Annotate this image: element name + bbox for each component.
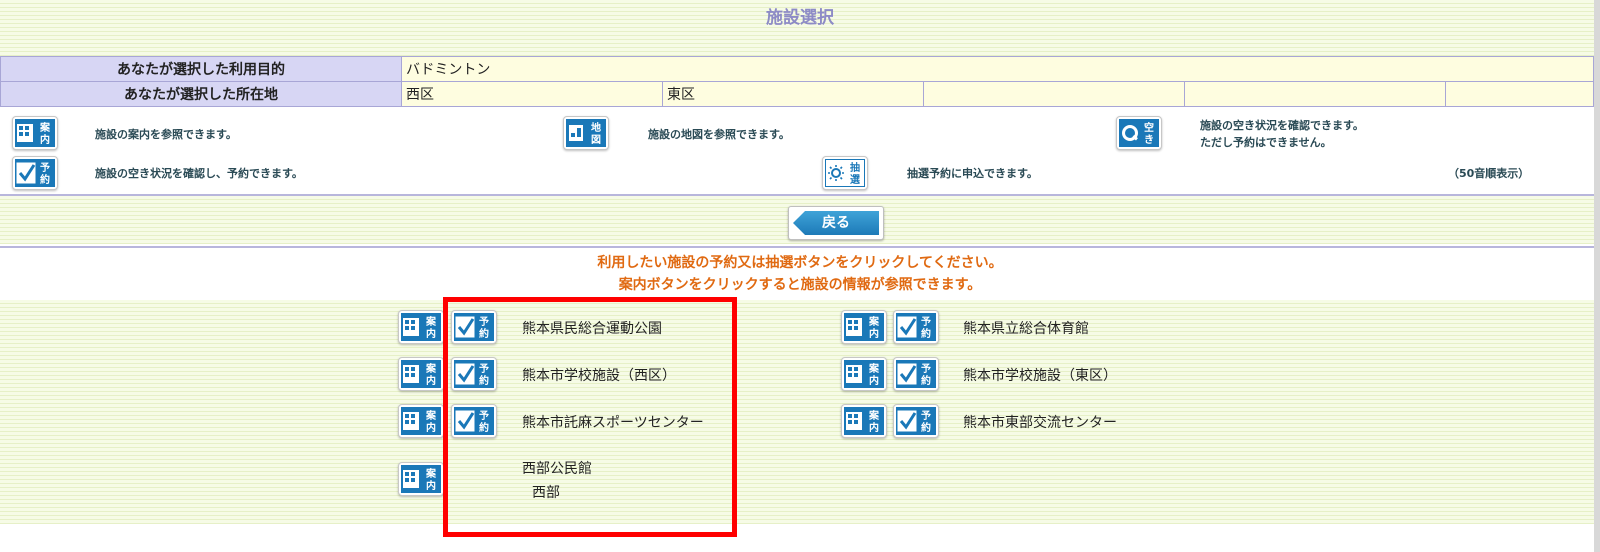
facility-name: 熊本市学校施設（東区） (963, 368, 1117, 384)
svg-text:約: 約 (921, 327, 931, 340)
scrollbar[interactable] (1594, 0, 1600, 552)
svg-text:案: 案 (425, 315, 437, 328)
location-label: あなたが選択した所在地 (0, 81, 402, 107)
legend-availability-text-2: ただし予約はできません。 (1200, 136, 1332, 149)
guide-icon[interactable]: 案内 (841, 310, 887, 344)
svg-text:約: 約 (921, 421, 931, 434)
guide-icon: 案内 (12, 116, 58, 150)
instruction-area: 利用したい施設の予約又は抽選ボタンをクリックしてください。 案内ボタンをクリック… (0, 246, 1594, 302)
legend-reserve-text: 施設の空き状況を確認し、予約できます。 (95, 167, 303, 180)
svg-text:内: 内 (869, 327, 879, 340)
legend-map-text: 施設の地図を参照できます。 (648, 128, 790, 141)
svg-text:内: 内 (426, 327, 436, 340)
guide-icon[interactable]: 案内 (841, 357, 887, 391)
purpose-label: あなたが選択した利用目的 (0, 56, 402, 82)
svg-text:案: 案 (868, 315, 880, 328)
reserve-icon: 予約 (12, 156, 58, 190)
instruction-line-1: 利用したい施設の予約又は抽選ボタンをクリックしてください。 (597, 255, 1003, 271)
facility-list (0, 300, 1600, 524)
svg-text:抽: 抽 (850, 161, 860, 174)
svg-text:き: き (1144, 134, 1154, 146)
map-icon: 地図 (563, 116, 609, 150)
svg-text:内: 内 (869, 374, 879, 387)
guide-icon[interactable]: 案内 (398, 357, 444, 391)
location-value (1184, 81, 1446, 107)
svg-text:案: 案 (868, 362, 880, 375)
svg-text:予: 予 (921, 363, 931, 375)
svg-text:内: 内 (426, 479, 436, 492)
svg-text:約: 約 (921, 374, 931, 387)
guide-icon[interactable]: 案内 (398, 462, 444, 496)
svg-text:内: 内 (426, 374, 436, 387)
purpose-value: バドミントン (401, 56, 1594, 82)
location-value (923, 81, 1185, 107)
lottery-icon: 抽選 (822, 156, 868, 190)
svg-text:案: 案 (425, 362, 437, 375)
sort-note: （50音順表示） (1448, 167, 1530, 180)
guide-icon[interactable]: 案内 (398, 404, 444, 438)
legend-lottery-text: 抽選予約に申込できます。 (907, 167, 1038, 180)
conditions-table: あなたが選択した利用目的 バドミントン あなたが選択した所在地 西区 東区 (0, 56, 1594, 107)
svg-text:約: 約 (40, 173, 50, 186)
svg-text:案: 案 (425, 467, 437, 480)
guide-icon[interactable]: 案内 (398, 310, 444, 344)
svg-text:案: 案 (425, 409, 437, 422)
page-title: 施設選択 (766, 8, 834, 28)
svg-text:内: 内 (426, 421, 436, 434)
legend-guide-text: 施設の案内を参照できます。 (95, 128, 237, 141)
location-value (1445, 81, 1594, 107)
svg-text:図: 図 (591, 134, 601, 146)
svg-text:予: 予 (921, 316, 931, 328)
location-row: あなたが選択した所在地 西区 東区 (0, 81, 1594, 107)
svg-text:予: 予 (40, 162, 50, 174)
legend-availability-text-1: 施設の空き状況を確認できます。 (1200, 119, 1364, 132)
location-value: 東区 (662, 81, 924, 107)
svg-text:案: 案 (39, 121, 51, 134)
svg-text:地: 地 (591, 121, 601, 134)
svg-text:内: 内 (40, 133, 50, 146)
facility-name: 熊本県立総合体育館 (963, 321, 1089, 337)
svg-text:内: 内 (869, 421, 879, 434)
svg-text:空: 空 (1144, 121, 1154, 134)
svg-text:選: 選 (850, 173, 860, 186)
purpose-row: あなたが選択した利用目的 バドミントン (0, 56, 1594, 82)
availability-icon: 空き (1116, 116, 1162, 150)
reserve-icon[interactable]: 予約 (893, 310, 939, 344)
facility-name: 熊本市東部交流センター (963, 415, 1117, 431)
guide-icon[interactable]: 案内 (841, 404, 887, 438)
reserve-icon[interactable]: 予約 (893, 357, 939, 391)
back-button-label: 戻る (793, 211, 879, 235)
reserve-icon[interactable]: 予約 (893, 404, 939, 438)
svg-text:案: 案 (868, 409, 880, 422)
back-button[interactable]: 戻る (788, 206, 884, 240)
svg-text:予: 予 (921, 410, 931, 422)
highlight-box (443, 297, 737, 537)
location-value: 西区 (401, 81, 663, 107)
instruction-line-2: 案内ボタンをクリックすると施設の情報が参照できます。 (618, 277, 982, 293)
